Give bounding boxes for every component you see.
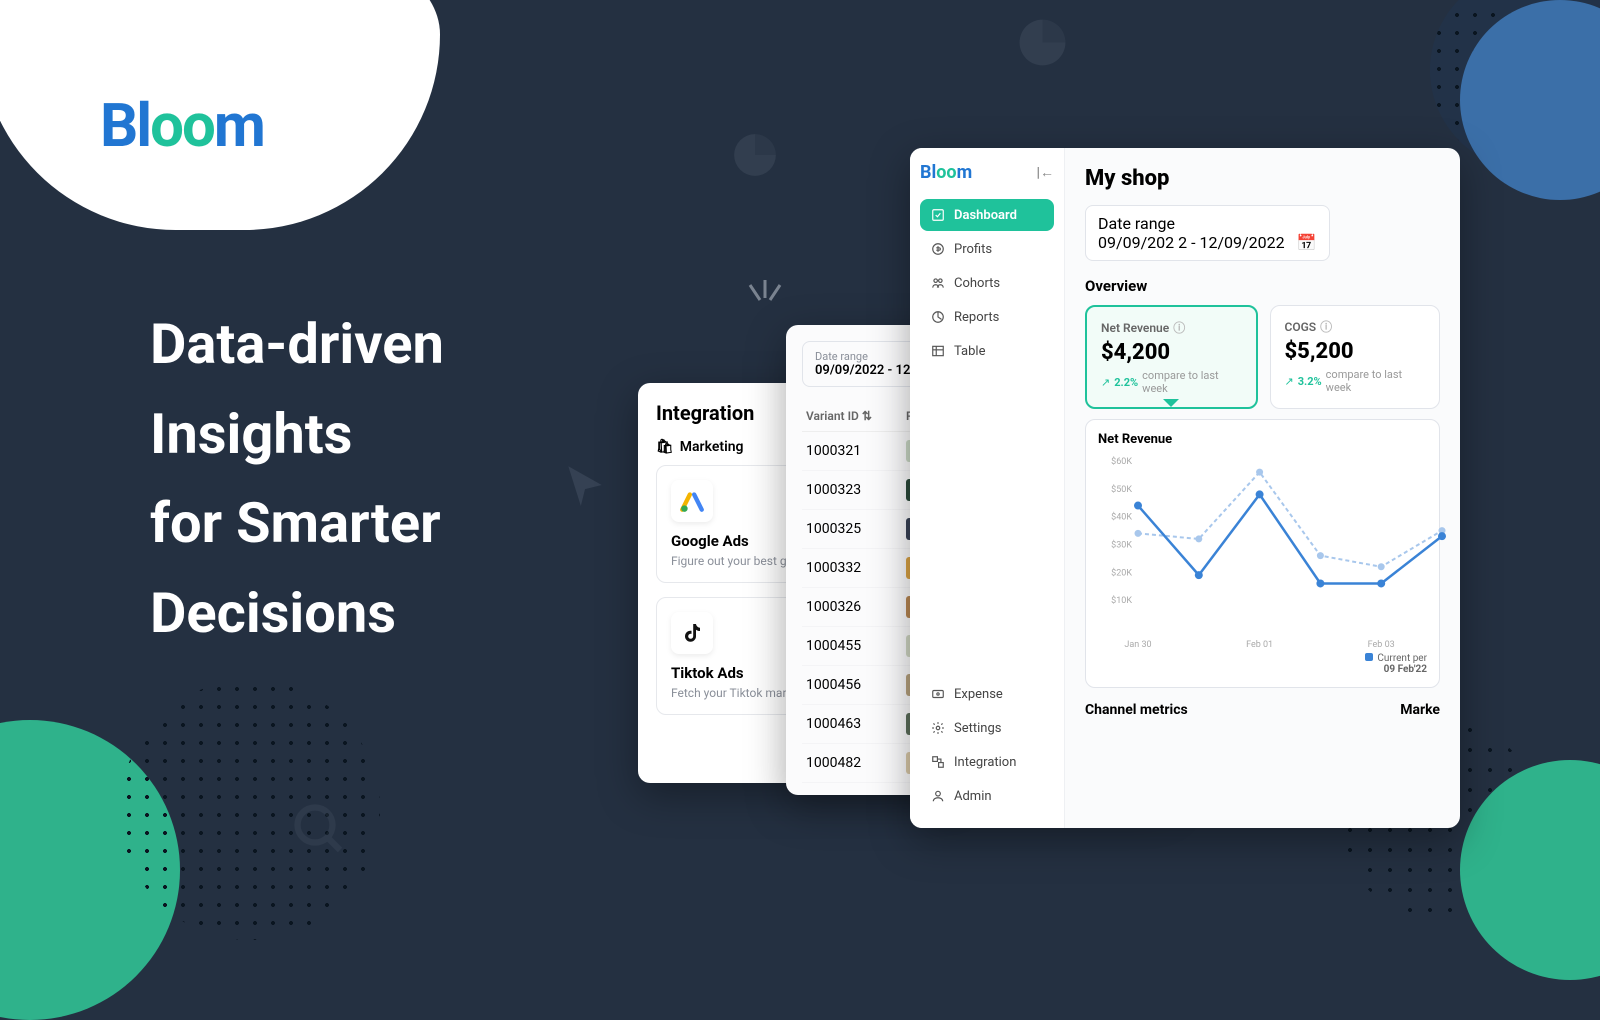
svg-text:Feb 01: Feb 01 — [1246, 640, 1273, 650]
gear-icon — [930, 720, 946, 736]
nav-cohorts[interactable]: Cohorts — [920, 267, 1054, 299]
svg-text:Feb 03: Feb 03 — [1368, 640, 1395, 650]
calendar-icon: 📅 — [1297, 233, 1317, 252]
chart-legend: Current per 09 Feb'22 — [1098, 653, 1427, 675]
svg-text:$30K: $30K — [1111, 540, 1132, 551]
decorative-dots-circle — [1430, 0, 1600, 170]
dashboard-panel: Bloom |← Dashboard Profits Cohorts Repor… — [910, 148, 1460, 828]
nav-integration[interactable]: Integration — [920, 746, 1054, 778]
search-icon — [290, 800, 350, 860]
svg-text:$60K: $60K — [1111, 456, 1132, 467]
brand-logo: Bloom — [100, 90, 264, 161]
arrow-up-icon: ↗ — [1285, 375, 1294, 388]
cohorts-icon — [930, 275, 946, 291]
nav-expense[interactable]: Expense — [920, 678, 1054, 710]
shop-title: My shop — [1085, 166, 1440, 191]
integration-icon — [930, 754, 946, 770]
profits-icon — [930, 241, 946, 257]
tiktok-icon — [671, 612, 713, 654]
info-icon: ⓘ — [1173, 319, 1185, 336]
svg-text:$50K: $50K — [1111, 484, 1132, 495]
hero-tagline: Data-driven Insights for Smarter Decisio… — [150, 300, 444, 658]
net-revenue-chart: Net Revenue $10K$20K$30K$40K$50K$60KJan … — [1085, 419, 1440, 688]
svg-text:Jan 30: Jan 30 — [1124, 640, 1151, 650]
kpi-cogs[interactable]: COGS ⓘ $5,200 ↗3.2% compare to last week — [1270, 305, 1441, 409]
channel-metrics-heading: Channel metrics — [1085, 702, 1188, 718]
sort-icon: ⇅ — [862, 409, 872, 423]
dashboard-icon — [930, 207, 946, 223]
overview-heading: Overview — [1085, 277, 1440, 295]
spark-lines-icon — [740, 280, 790, 320]
nav-reports[interactable]: Reports — [920, 301, 1054, 333]
dashboard-main: My shop Date range 09/09/202 2 - 12/09/2… — [1065, 148, 1460, 828]
marketing-icon: 🛍 — [656, 439, 674, 455]
nav-table[interactable]: Table — [920, 335, 1054, 367]
arrow-up-icon: ↗ — [1101, 376, 1110, 389]
kpi-net-revenue[interactable]: Net Revenue ⓘ $4,200 ↗2.2% compare to la… — [1085, 305, 1258, 409]
admin-icon — [930, 788, 946, 804]
nav-profits[interactable]: Profits — [920, 233, 1054, 265]
svg-text:$20K: $20K — [1111, 567, 1132, 578]
pie-chart-icon — [1015, 15, 1070, 70]
svg-text:$40K: $40K — [1111, 512, 1132, 523]
expense-icon — [930, 686, 946, 702]
svg-text:$10K: $10K — [1111, 595, 1132, 606]
date-range-picker[interactable]: Date range 09/09/202 2 - 12/09/2022 📅 — [1085, 205, 1330, 261]
info-icon: ⓘ — [1320, 318, 1332, 335]
reports-icon — [930, 309, 946, 325]
sidebar: Bloom |← Dashboard Profits Cohorts Repor… — [910, 148, 1065, 828]
nav-admin[interactable]: Admin — [920, 780, 1054, 812]
nav-dashboard[interactable]: Dashboard — [920, 199, 1054, 231]
cursor-icon — [560, 460, 610, 510]
col-variant-id[interactable]: Variant ID ⇅ — [806, 409, 906, 423]
table-icon — [930, 343, 946, 359]
google-ads-icon — [671, 480, 713, 522]
pie-chart-icon — [730, 130, 780, 180]
line-chart: $10K $20K $30K $40K $50K $60K Jan 30 Feb 01 Feb … — [1098, 453, 1448, 653]
marketing-heading: Marke — [1400, 702, 1440, 718]
sidebar-logo: Bloom |← — [920, 162, 1054, 183]
collapse-sidebar-icon[interactable]: |← — [1036, 164, 1054, 181]
nav-settings[interactable]: Settings — [920, 712, 1054, 744]
